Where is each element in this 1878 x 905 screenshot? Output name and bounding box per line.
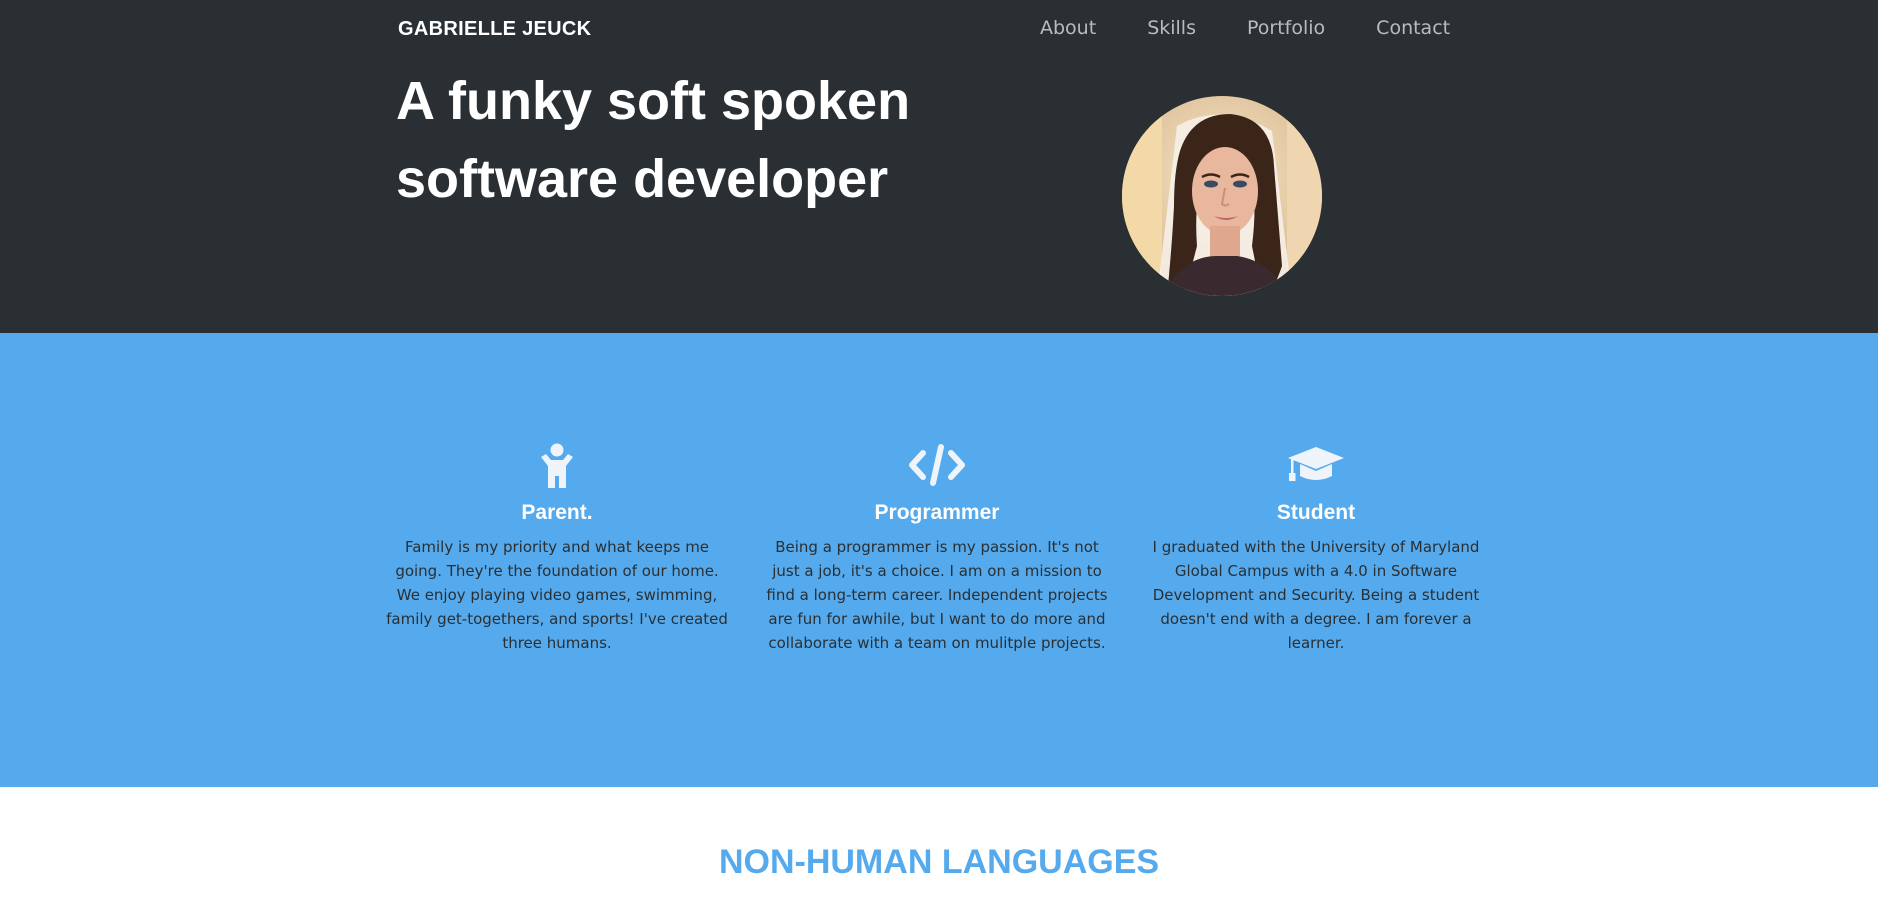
profile-photo-image (1122, 96, 1322, 296)
about-card-programmer: Programmer Being a programmer is my pass… (762, 443, 1112, 655)
about-section: Parent. Family is my priority and what k… (0, 333, 1878, 787)
about-card-title: Parent. (521, 501, 593, 524)
about-card-student: Student I graduated with the University … (1141, 443, 1491, 655)
main-nav: About Skills Portfolio Contact (1040, 17, 1501, 39)
skills-section-title: NON-HUMAN LANGUAGES (718, 843, 1160, 881)
nav-link-contact[interactable]: Contact (1376, 17, 1450, 39)
profile-photo (1122, 96, 1322, 296)
nav-link-skills[interactable]: Skills (1147, 17, 1196, 39)
about-card-title: Programmer (874, 501, 1000, 524)
graduation-cap-icon (1141, 443, 1491, 493)
about-card-text: Family is my priority and what keeps me … (386, 538, 728, 652)
about-card-parent: Parent. Family is my priority and what k… (382, 443, 732, 655)
hero-headline: A funky soft spoken software developer (396, 71, 911, 209)
about-card-text: I graduated with the University of Maryl… (1152, 538, 1480, 652)
nav-link-portfolio[interactable]: Portfolio (1247, 17, 1325, 39)
child-icon (382, 443, 732, 493)
hero-section: GABRIELLE JEUCK About Skills Portfolio C… (0, 0, 1878, 333)
about-card-text: Being a programmer is my passion. It's n… (766, 538, 1108, 652)
nav-link-about[interactable]: About (1040, 17, 1096, 39)
code-icon (762, 443, 1112, 493)
about-card-title: Student (1276, 501, 1356, 524)
site-brand[interactable]: GABRIELLE JEUCK (398, 18, 591, 41)
